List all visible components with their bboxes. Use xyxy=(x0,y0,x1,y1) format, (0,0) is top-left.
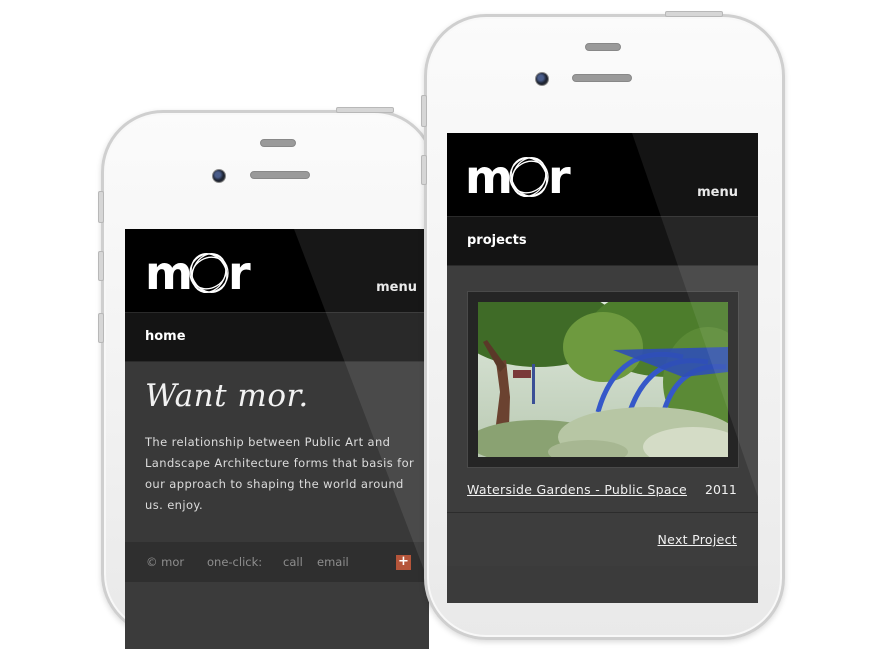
svg-text:r: r xyxy=(228,247,251,297)
home-content: Want mor. The relationship between Publi… xyxy=(125,362,429,556)
phone-left: m r menu home Want mor. The relationship… xyxy=(98,107,436,649)
project-photo[interactable] xyxy=(478,302,728,457)
page-title: projects xyxy=(447,216,758,266)
svg-text:r: r xyxy=(548,151,571,201)
power-button xyxy=(336,107,394,113)
site-header: m r menu xyxy=(125,229,429,312)
page-title: home xyxy=(125,312,429,362)
front-camera xyxy=(212,169,226,183)
project-year: 2011 xyxy=(705,482,737,497)
divider xyxy=(447,512,758,513)
top-speaker xyxy=(260,139,296,147)
volume-up-button xyxy=(421,155,427,185)
intro-paragraph: The relationship between Public Art and … xyxy=(145,435,415,512)
footer-bar: © mor one-click: call email + xyxy=(125,542,429,582)
project-title-link[interactable]: Waterside Gardens - Public Space xyxy=(467,482,687,497)
one-click-label: one-click: xyxy=(207,555,263,569)
menu-link[interactable]: menu xyxy=(697,185,738,200)
phone-right: m r menu projects Waterside Gardens - Pu… xyxy=(421,11,785,640)
menu-link[interactable]: menu xyxy=(376,280,417,295)
tagline: Want mor. xyxy=(145,378,309,414)
svg-text:m: m xyxy=(145,247,191,297)
earpiece-speaker xyxy=(572,74,632,82)
volume-down-button xyxy=(98,313,104,343)
front-camera xyxy=(535,72,549,86)
svg-text:m: m xyxy=(465,151,511,201)
site-header: m r menu xyxy=(447,133,758,216)
next-project-link[interactable]: Next Project xyxy=(658,532,737,547)
top-speaker xyxy=(585,43,621,51)
mor-logo[interactable]: m r xyxy=(145,247,255,297)
screen-home: m r menu home Want mor. The relationship… xyxy=(125,229,429,649)
copyright-text: © mor xyxy=(146,555,185,569)
earpiece-speaker xyxy=(250,171,310,179)
mute-switch xyxy=(421,95,427,127)
screen-projects: m r menu projects Waterside Gardens - Pu… xyxy=(447,133,758,603)
project-detail: Waterside Gardens - Public Space 2011 Ne… xyxy=(447,266,758,566)
volume-up-button xyxy=(98,251,104,281)
call-link[interactable]: call xyxy=(283,542,303,582)
email-link[interactable]: email xyxy=(317,542,349,582)
mor-logo[interactable]: m r xyxy=(465,151,575,201)
mute-switch xyxy=(98,191,104,223)
project-photo-frame xyxy=(467,291,739,468)
power-button xyxy=(665,11,723,17)
expand-plus-icon[interactable]: + xyxy=(396,555,411,570)
